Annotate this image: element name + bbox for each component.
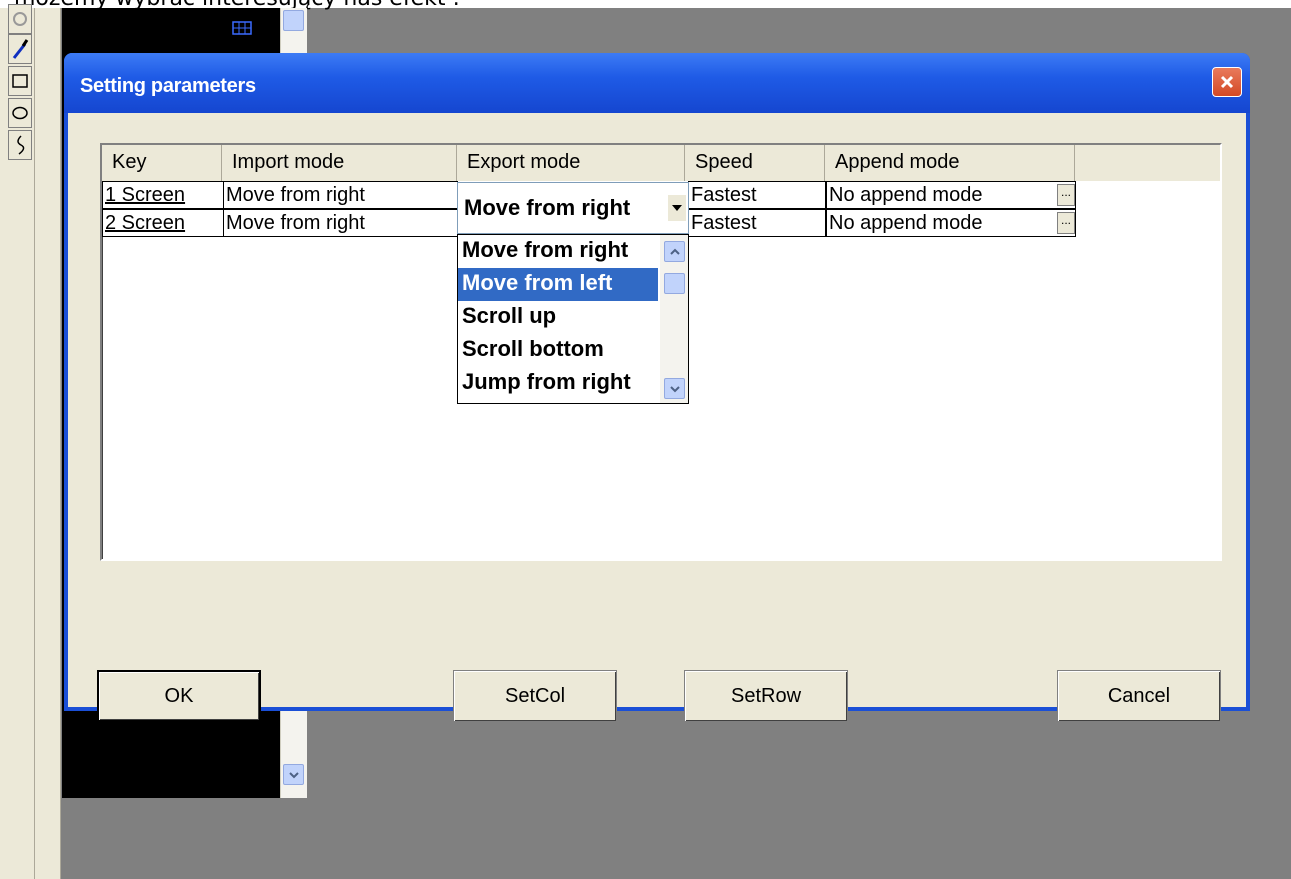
- export-mode-combobox[interactable]: Move from right: [457, 182, 689, 234]
- column-header-key[interactable]: Key: [102, 145, 222, 181]
- ellipsis-button[interactable]: ...: [1057, 212, 1075, 234]
- table-cell-key[interactable]: 1 Screen: [102, 181, 224, 209]
- chevron-down-icon[interactable]: [668, 195, 686, 221]
- append-mode-text: No append mode: [829, 184, 983, 206]
- dropdown-option[interactable]: Scroll up: [458, 301, 658, 334]
- export-mode-dropdown-list[interactable]: Move from right Move from left Scroll up…: [457, 234, 689, 404]
- close-button[interactable]: [1212, 67, 1242, 97]
- table-cell-append-mode[interactable]: No append mode ...: [826, 209, 1076, 237]
- column-header-speed[interactable]: Speed: [685, 145, 825, 181]
- ok-button[interactable]: OK: [97, 670, 261, 722]
- table-cell-import-mode[interactable]: Move from right: [224, 209, 458, 237]
- curve-tool-icon[interactable]: [8, 130, 32, 160]
- close-icon: [1220, 75, 1234, 89]
- stamp-tool-icon[interactable]: [8, 4, 32, 34]
- tool-strip: [0, 4, 61, 879]
- grid-icon: [232, 20, 252, 40]
- rectangle-tool-icon[interactable]: [8, 66, 32, 96]
- column-header-filler: [1075, 145, 1220, 181]
- column-header-append-mode[interactable]: Append mode: [825, 145, 1075, 181]
- cancel-button[interactable]: Cancel: [1057, 670, 1221, 722]
- dropdown-scrollbar[interactable]: [660, 235, 688, 403]
- table-cell-append-mode[interactable]: No append mode ...: [826, 181, 1076, 209]
- table-cell-import-mode[interactable]: Move from right: [224, 181, 458, 209]
- dialog-title: Setting parameters: [80, 75, 256, 97]
- parameters-grid[interactable]: Key Import mode Export mode Speed Append…: [100, 143, 1222, 561]
- table-cell-speed[interactable]: Fastest: [688, 181, 826, 209]
- scroll-thumb[interactable]: [664, 273, 685, 294]
- table-cell-key[interactable]: 2 Screen: [102, 209, 224, 237]
- ellipse-tool-icon[interactable]: [8, 98, 32, 128]
- dropdown-option-highlighted[interactable]: Move from left: [458, 268, 658, 301]
- combo-selected-value: Move from right: [464, 195, 631, 220]
- setcol-button[interactable]: SetCol: [453, 670, 617, 722]
- setrow-button[interactable]: SetRow: [684, 670, 848, 722]
- scroll-down-icon[interactable]: [664, 378, 685, 399]
- scroll-down-icon[interactable]: [283, 764, 304, 785]
- table-cell-speed[interactable]: Fastest: [688, 209, 826, 237]
- scroll-up-icon[interactable]: [664, 241, 685, 262]
- column-header-export-mode[interactable]: Export mode: [457, 145, 685, 181]
- dialog-body: Key Import mode Export mode Speed Append…: [68, 113, 1246, 722]
- dropdown-option[interactable]: Move from right: [458, 235, 658, 268]
- dialog-titlebar[interactable]: Setting parameters: [64, 53, 1250, 113]
- screen: możemy wybrać interesujący nas efekt :: [0, 0, 1291, 879]
- dropdown-option[interactable]: Scroll bottom: [458, 334, 658, 367]
- dropdown-option[interactable]: Jump from right: [458, 367, 658, 400]
- ellipsis-button[interactable]: ...: [1057, 184, 1075, 206]
- eyedropper-tool-icon[interactable]: [8, 34, 32, 64]
- setting-parameters-dialog: Setting parameters Key Import mode Expor…: [64, 53, 1250, 722]
- scroll-thumb[interactable]: [283, 10, 304, 31]
- append-mode-text: No append mode: [829, 212, 983, 234]
- column-header-import-mode[interactable]: Import mode: [222, 145, 457, 181]
